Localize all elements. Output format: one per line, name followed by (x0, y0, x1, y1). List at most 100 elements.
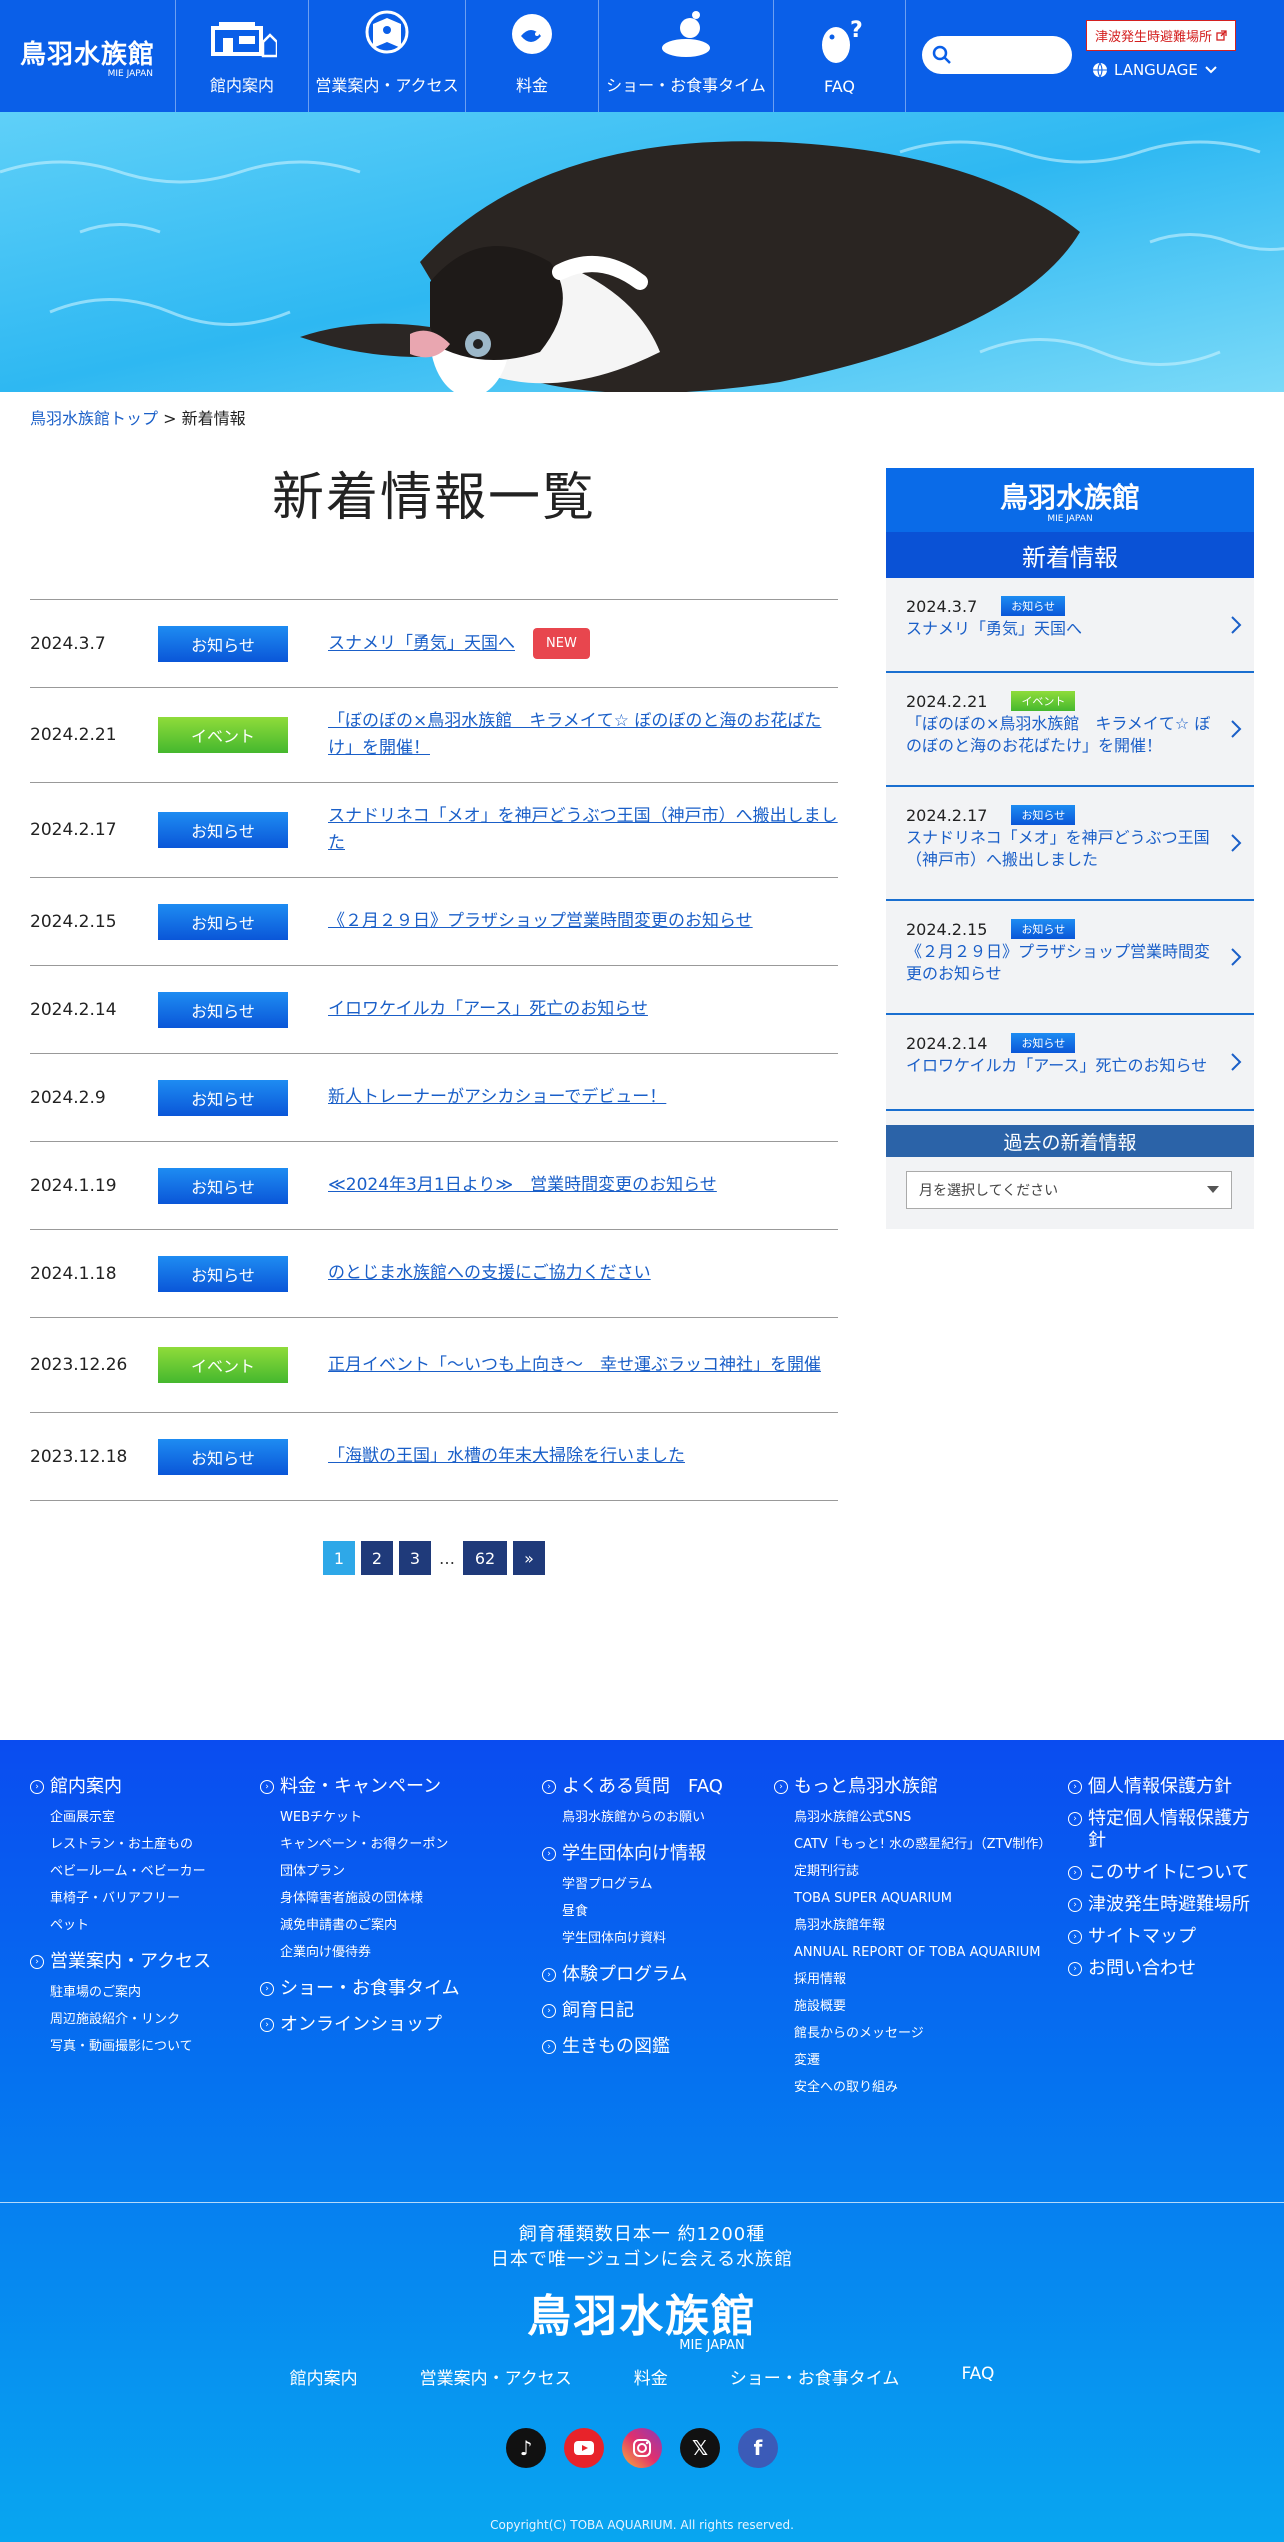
news-title-link[interactable]: スナメリ「勇気」天国へ NEW (328, 628, 838, 659)
footer-link[interactable]: › 津波発生時避難場所 (1068, 1894, 1258, 1916)
penguin-question-icon: ? (821, 18, 862, 63)
nav-item-access[interactable]: 営業案内・アクセス (309, 0, 466, 112)
footer-sub-link[interactable]: CATV「もっと! 水の惑星紀行」（ZTV制作） (794, 1831, 1054, 1858)
footer-col-more: › もっと鳥羽水族館 鳥羽水族館公式SNS CATV「もっと! 水の惑星紀行」（Z… (774, 1776, 1054, 2101)
footer-sub-link[interactable]: 鳥羽水族館公式SNS (794, 1804, 1054, 1831)
footer-link[interactable]: › 館内案内 (30, 1776, 211, 1798)
footer-sub-link[interactable]: 変遷 (794, 2047, 1054, 2074)
footer-link[interactable]: › 個人情報保護方針 (1068, 1776, 1258, 1798)
nav-item-show[interactable]: ショー・お食事タイム (599, 0, 774, 112)
footer-link[interactable]: › 特定個人情報保護方針 (1068, 1808, 1258, 1852)
footer-sub-link[interactable]: 鳥羽水族館からのお願い (562, 1804, 723, 1831)
news-title-link[interactable]: 正月イベント「～いつも上向き～ 幸せ運ぶラッコ神社」を開催 (328, 1352, 838, 1379)
footer-nav-link[interactable]: 営業案内・アクセス (420, 2364, 572, 2389)
footer-sub-link[interactable]: WEBチケット (280, 1804, 460, 1831)
footer-sub-link[interactable]: 昼食 (562, 1898, 723, 1925)
footer-sub-link[interactable]: 学生団体向け資料 (562, 1925, 723, 1952)
footer-link[interactable]: › ショー・お食事タイム (260, 1978, 460, 2000)
sidebar-news-item[interactable]: 2024.2.14 お知らせ イロワケイルカ「アース」死亡のお知らせ (886, 1015, 1254, 1111)
sidebar-logo-sub: MIE JAPAN (1047, 514, 1093, 524)
news-title-link[interactable]: 「ぼのぼの×鳥羽水族館 キラメイて☆ ぼのぼのと海のお花ばたけ」を開催！ (328, 708, 838, 762)
breadcrumb-home-link[interactable]: 鳥羽水族館トップ (30, 409, 158, 428)
news-title-link[interactable]: のとじま水族館への支援にご協力ください (328, 1260, 838, 1287)
page-link[interactable]: 3 (399, 1541, 431, 1575)
news-title-link[interactable]: 新人トレーナーがアシカショーでデビュー！ (328, 1084, 838, 1111)
footer-logo[interactable]: 鳥羽水族館 MIE JAPAN (0, 2280, 1284, 2353)
news-title-link[interactable]: 《２月２９日》プラザショップ営業時間変更のお知らせ (328, 908, 838, 935)
instagram-icon[interactable] (622, 2428, 662, 2468)
footer-link[interactable]: › 学生団体向け情報 (542, 1843, 723, 1865)
footer-link[interactable]: › お問い合わせ (1068, 1958, 1258, 1980)
footer-sub-link[interactable]: 駐車場のご案内 (50, 1979, 211, 2006)
footer-sub-link[interactable]: ベビールーム・ベビーカー (50, 1858, 211, 1885)
site-logo[interactable]: 鳥羽水族館 MIE JAPAN (0, 0, 176, 112)
footer-sub-link[interactable]: ANNUAL REPORT OF TOBA AQUARIUM (794, 1939, 1054, 1966)
tiktok-icon[interactable]: ♪ (506, 2428, 546, 2468)
footer-link[interactable]: › 営業案内・アクセス (30, 1951, 211, 1973)
sidebar-news-item[interactable]: 2024.2.15 お知らせ 《２月２９日》プラザショップ営業時間変更のお知らせ (886, 901, 1254, 1015)
footer-link[interactable]: › もっと鳥羽水族館 (774, 1776, 1054, 1798)
x-twitter-icon[interactable]: 𝕏 (680, 2428, 720, 2468)
footer-link[interactable]: › よくある質問 FAQ (542, 1776, 723, 1798)
footer-sub-link[interactable]: 定期刊行誌 (794, 1858, 1054, 1885)
footer-sub-link[interactable]: 車椅子・バリアフリー (50, 1885, 211, 1912)
news-title-text: スナメリ「勇気」天国へ (328, 633, 515, 654)
footer-sub-link[interactable]: 身体障害者施設の団体様 (280, 1885, 460, 1912)
footer-sub-link[interactable]: レストラン・お土産もの (50, 1831, 211, 1858)
news-date: 2024.2.15 (30, 911, 117, 932)
footer-nav-link[interactable]: ショー・お食事タイム (730, 2364, 900, 2389)
footer-sub-link[interactable]: 団体プラン (280, 1858, 460, 1885)
chevron-right-icon (1231, 948, 1242, 966)
footer-link[interactable]: › 料金・キャンペーン (260, 1776, 460, 1798)
news-date: 2024.2.21 (30, 725, 117, 745)
footer-sub-link[interactable]: 周辺施設紹介・リンク (50, 2006, 211, 2033)
footer-sub-link[interactable]: 施設概要 (794, 1993, 1054, 2020)
footer-sub-link[interactable]: 写真・動画撮影について (50, 2033, 211, 2060)
footer-link[interactable]: › オンラインショップ (260, 2014, 460, 2036)
footer-sub-link[interactable]: 安全への取り組み (794, 2074, 1054, 2101)
page-link-current[interactable]: 1 (323, 1541, 355, 1575)
footer-sub-link[interactable]: 鳥羽水族館年報 (794, 1912, 1054, 1939)
footer-sub-link[interactable]: 学習プログラム (562, 1871, 723, 1898)
youtube-icon[interactable] (564, 2428, 604, 2468)
footer-nav-link[interactable]: FAQ (961, 2364, 994, 2389)
footer-nav-link[interactable]: 料金 (634, 2364, 668, 2389)
footer-sub-link[interactable]: TOBA SUPER AQUARIUM (794, 1885, 1054, 1912)
footer-link[interactable]: › 生きもの図鑑 (542, 2036, 723, 2058)
footer-sub-link[interactable]: キャンペーン・お得クーポン (280, 1831, 460, 1858)
month-select[interactable]: 月を選択してください (906, 1171, 1232, 1209)
nav-item-price[interactable]: 料金 (466, 0, 599, 112)
nav-item-floor-guide[interactable]: 館内案内 (176, 0, 309, 112)
news-title-link[interactable]: スナドリネコ「メオ」を神戸どうぶつ王国（神戸市）へ搬出しました (328, 803, 838, 857)
category-badge: お知らせ (158, 991, 288, 1028)
footer-link[interactable]: › サイトマップ (1068, 1926, 1258, 1948)
footer-sub-link[interactable]: ペット (50, 1912, 211, 1939)
search-input[interactable] (922, 36, 1072, 74)
news-row: 2024.1.18 お知らせ のとじま水族館への支援にご協力ください (30, 1230, 838, 1318)
footer-sub-link[interactable]: 企画展示室 (50, 1804, 211, 1831)
footer-sub-link[interactable]: 企業向け優待券 (280, 1939, 460, 1966)
footer-nav-link[interactable]: 館内案内 (290, 2364, 358, 2389)
sidebar-news-item[interactable]: 2024.2.17 お知らせ スナドリネコ「メオ」を神戸どうぶつ王国（神戸市）へ搬… (886, 787, 1254, 901)
nav-item-faq[interactable]: ? FAQ (774, 0, 906, 112)
footer-sub-link[interactable]: 館長からのメッセージ (794, 2020, 1054, 2047)
tsunami-label: 津波発生時避難場所 (1095, 30, 1213, 45)
footer-sub-link[interactable]: 減免申請書のご案内 (280, 1912, 460, 1939)
footer-link[interactable]: › 飼育日記 (542, 2000, 723, 2022)
news-title-link[interactable]: イロワケイルカ「アース」死亡のお知らせ (328, 996, 838, 1023)
footer-link[interactable]: › 体験プログラム (542, 1964, 723, 1986)
news-title-link[interactable]: ≪2024年3月1日より≫ 営業時間変更のお知らせ (328, 1172, 838, 1199)
arrow-circle-icon: › (1068, 1962, 1082, 1976)
page-link[interactable]: 2 (361, 1541, 393, 1575)
tsunami-evacuation-link[interactable]: 津波発生時避難場所 (1086, 20, 1237, 51)
footer-sub-link[interactable]: 採用情報 (794, 1966, 1054, 1993)
sidebar-news-item[interactable]: 2024.3.7 お知らせ スナメリ「勇気」天国へ (886, 578, 1254, 673)
page-link-last[interactable]: 62 (463, 1541, 507, 1575)
footer-link[interactable]: › このサイトについて (1068, 1862, 1258, 1884)
facebook-icon[interactable]: f (738, 2428, 778, 2468)
language-selector[interactable]: LANGUAGE (1086, 61, 1236, 79)
news-title-link[interactable]: 「海獣の王国」水槽の年末大掃除を行いました (328, 1443, 838, 1470)
category-badge: お知らせ (1011, 1033, 1076, 1053)
page-next-button[interactable]: » (513, 1541, 545, 1575)
sidebar-news-item[interactable]: 2024.2.21 イベント 「ぼのぼの×鳥羽水族館 キラメイて☆ ぼのぼのと海の… (886, 673, 1254, 787)
